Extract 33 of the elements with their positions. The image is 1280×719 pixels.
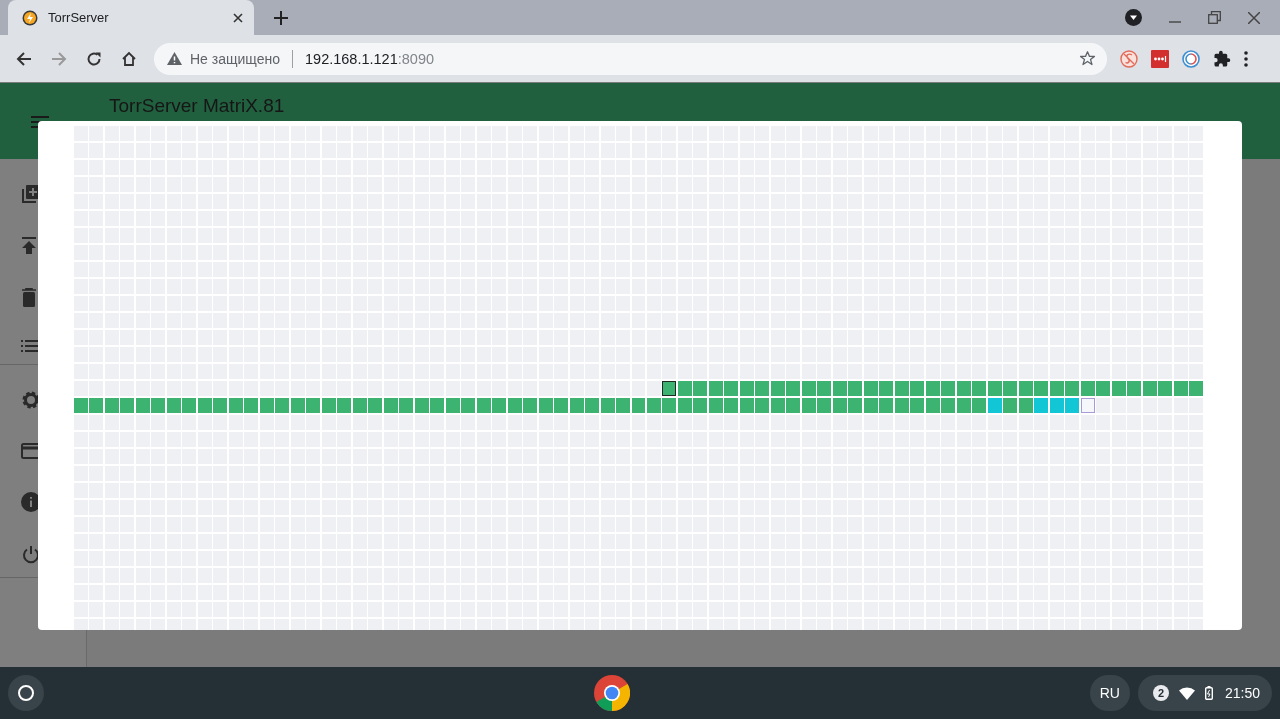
clock: 21:50: [1224, 685, 1260, 701]
restore-icon[interactable]: [1208, 11, 1221, 24]
close-icon[interactable]: [1248, 11, 1260, 24]
home-icon[interactable]: [121, 50, 137, 67]
upload-icon[interactable]: [21, 237, 37, 255]
launcher-button[interactable]: [8, 675, 44, 711]
power-icon[interactable]: [21, 545, 41, 565]
browser-icon[interactable]: [593, 675, 630, 711]
address-field[interactable]: Не защищено 192.168.1.121:8090: [154, 42, 1107, 75]
extension-icon[interactable]: [1182, 49, 1200, 68]
reload-icon[interactable]: [86, 50, 102, 67]
app-title: TorrServer MatriX.81: [109, 95, 285, 117]
settings-icon[interactable]: [21, 390, 41, 410]
browser-tab[interactable]: TorrServer: [8, 0, 254, 35]
puzzle-icon[interactable]: [1213, 49, 1231, 68]
extension-icon[interactable]: [1120, 49, 1138, 68]
card-icon[interactable]: [21, 443, 41, 459]
dropdown-icon[interactable]: [1125, 9, 1142, 26]
status-tray[interactable]: 2 21:50: [1137, 675, 1272, 711]
more-icon[interactable]: [1244, 50, 1248, 67]
wifi-icon: [1178, 686, 1195, 700]
warning-icon: [167, 52, 182, 65]
battery-icon: [1204, 686, 1213, 700]
notification-count: 2: [1152, 685, 1169, 701]
close-icon[interactable]: [233, 12, 243, 23]
extension-icon[interactable]: [1151, 49, 1169, 68]
language-button[interactable]: RU: [1089, 675, 1130, 711]
back-icon[interactable]: [16, 50, 32, 67]
star-icon[interactable]: [1079, 50, 1096, 67]
new-tab-icon[interactable]: [274, 10, 288, 25]
lightning-icon: [22, 9, 38, 26]
trash-icon[interactable]: [21, 288, 37, 307]
list-icon[interactable]: [21, 340, 39, 352]
